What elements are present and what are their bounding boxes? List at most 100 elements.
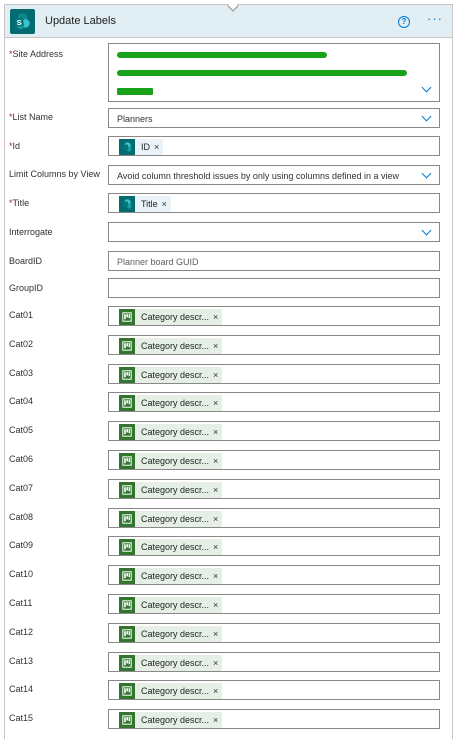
groupid-label: GroupID bbox=[9, 283, 44, 293]
category-field[interactable]: Category descr... × bbox=[108, 594, 440, 614]
category-label: Cat07 bbox=[9, 483, 34, 493]
token-label: Category descr... bbox=[141, 427, 210, 437]
category-label: Cat09 bbox=[9, 540, 34, 550]
remove-token-icon[interactable]: × bbox=[213, 658, 222, 668]
list-name-value: Planners bbox=[117, 114, 153, 124]
category-token[interactable]: Category descr... × bbox=[119, 626, 223, 642]
remove-token-icon[interactable]: × bbox=[213, 715, 222, 725]
remove-token-icon[interactable]: × bbox=[213, 312, 222, 322]
id-field[interactable]: ID × bbox=[108, 136, 440, 156]
remove-token-icon[interactable]: × bbox=[213, 542, 222, 552]
category-field[interactable]: Category descr... × bbox=[108, 680, 440, 700]
id-token[interactable]: ID × bbox=[119, 139, 164, 155]
category-label: Cat14 bbox=[9, 684, 34, 694]
remove-token-icon[interactable]: × bbox=[213, 398, 222, 408]
token-label: Category descr... bbox=[141, 370, 210, 380]
category-token[interactable]: Category descr... × bbox=[119, 655, 223, 671]
category-field[interactable]: Category descr... × bbox=[108, 335, 440, 355]
remove-token-icon[interactable]: × bbox=[213, 514, 222, 524]
chevron-down-icon[interactable] bbox=[421, 82, 432, 93]
chevron-down-icon[interactable] bbox=[421, 168, 432, 179]
interrogate-dropdown[interactable] bbox=[108, 222, 440, 242]
category-field[interactable]: Category descr... × bbox=[108, 565, 440, 585]
planner-token-icon bbox=[119, 626, 135, 642]
category-field[interactable]: Category descr... × bbox=[108, 392, 440, 412]
remove-token-icon[interactable]: × bbox=[213, 370, 222, 380]
groupid-input[interactable] bbox=[108, 278, 440, 298]
category-token[interactable]: Category descr... × bbox=[119, 568, 223, 584]
chevron-down-icon[interactable] bbox=[421, 225, 432, 236]
category-field[interactable]: Category descr... × bbox=[108, 306, 440, 326]
planner-token-icon bbox=[119, 338, 135, 354]
remove-token-icon[interactable]: × bbox=[154, 142, 163, 152]
remove-token-icon[interactable]: × bbox=[213, 485, 222, 495]
category-token[interactable]: Category descr... × bbox=[119, 453, 223, 469]
limit-columns-value: Avoid column threshold issues by only us… bbox=[117, 171, 399, 181]
category-token[interactable]: Category descr... × bbox=[119, 309, 223, 325]
card-header[interactable]: S Update Labels ? ··· bbox=[5, 5, 452, 38]
category-token[interactable]: Category descr... × bbox=[119, 712, 223, 728]
category-label: Cat06 bbox=[9, 454, 34, 464]
list-name-dropdown[interactable]: Planners bbox=[108, 108, 440, 128]
category-label: Cat08 bbox=[9, 512, 34, 522]
category-field[interactable]: Category descr... × bbox=[108, 652, 440, 672]
site-address-field[interactable] bbox=[108, 43, 440, 102]
category-field[interactable]: Category descr... × bbox=[108, 421, 440, 441]
remove-token-icon[interactable]: × bbox=[213, 571, 222, 581]
category-field[interactable]: Category descr... × bbox=[108, 479, 440, 499]
category-token[interactable]: Category descr... × bbox=[119, 367, 223, 383]
token-label: Category descr... bbox=[141, 658, 210, 668]
category-token[interactable]: Category descr... × bbox=[119, 395, 223, 411]
remove-token-icon[interactable]: × bbox=[162, 199, 171, 209]
category-token[interactable]: Category descr... × bbox=[119, 424, 223, 440]
category-field[interactable]: Category descr... × bbox=[108, 536, 440, 556]
category-label: Cat10 bbox=[9, 569, 34, 579]
title-field[interactable]: Title × bbox=[108, 193, 440, 213]
category-token[interactable]: Category descr... × bbox=[119, 482, 223, 498]
sharepoint-logo-icon: S bbox=[10, 9, 35, 34]
chevron-down-icon[interactable] bbox=[421, 111, 432, 122]
remove-token-icon[interactable]: × bbox=[213, 456, 222, 466]
token-label: Category descr... bbox=[141, 542, 210, 552]
limit-columns-dropdown[interactable]: Avoid column threshold issues by only us… bbox=[108, 165, 440, 185]
remove-token-icon[interactable]: × bbox=[213, 686, 222, 696]
boardid-input[interactable]: Planner board GUID bbox=[108, 251, 440, 271]
interrogate-label: Interrogate bbox=[9, 227, 53, 237]
category-token[interactable]: Category descr... × bbox=[119, 597, 223, 613]
category-token[interactable]: Category descr... × bbox=[119, 539, 223, 555]
token-label: Category descr... bbox=[141, 686, 210, 696]
remove-token-icon[interactable]: × bbox=[213, 600, 222, 610]
more-options-icon[interactable]: ··· bbox=[427, 12, 443, 25]
redacted-text bbox=[117, 70, 407, 76]
planner-token-icon bbox=[119, 482, 135, 498]
category-field[interactable]: Category descr... × bbox=[108, 450, 440, 470]
planner-token-icon bbox=[119, 453, 135, 469]
category-label: Cat15 bbox=[9, 713, 34, 723]
help-icon[interactable]: ? bbox=[398, 16, 410, 28]
token-label: Category descr... bbox=[141, 341, 210, 351]
category-token[interactable]: Category descr... × bbox=[119, 683, 223, 699]
token-label: Category descr... bbox=[141, 456, 210, 466]
token-label: Category descr... bbox=[141, 514, 210, 524]
category-field[interactable]: Category descr... × bbox=[108, 364, 440, 384]
title-token[interactable]: Title × bbox=[119, 196, 171, 212]
remove-token-icon[interactable]: × bbox=[213, 629, 222, 639]
category-label: Cat05 bbox=[9, 425, 34, 435]
category-label: Cat11 bbox=[9, 598, 33, 608]
planner-token-icon bbox=[119, 597, 135, 613]
category-field[interactable]: Category descr... × bbox=[108, 709, 440, 729]
boardid-placeholder: Planner board GUID bbox=[117, 257, 199, 267]
category-token[interactable]: Category descr... × bbox=[119, 338, 223, 354]
token-label: Category descr... bbox=[141, 629, 210, 639]
category-label: Cat12 bbox=[9, 627, 34, 637]
planner-token-icon bbox=[119, 683, 135, 699]
planner-token-icon bbox=[119, 424, 135, 440]
remove-token-icon[interactable]: × bbox=[213, 341, 222, 351]
category-field[interactable]: Category descr... × bbox=[108, 508, 440, 528]
token-label: Category descr... bbox=[141, 312, 210, 322]
category-label: Cat03 bbox=[9, 368, 34, 378]
category-field[interactable]: Category descr... × bbox=[108, 623, 440, 643]
category-token[interactable]: Category descr... × bbox=[119, 511, 223, 527]
svg-text:S: S bbox=[17, 18, 22, 27]
remove-token-icon[interactable]: × bbox=[213, 427, 222, 437]
